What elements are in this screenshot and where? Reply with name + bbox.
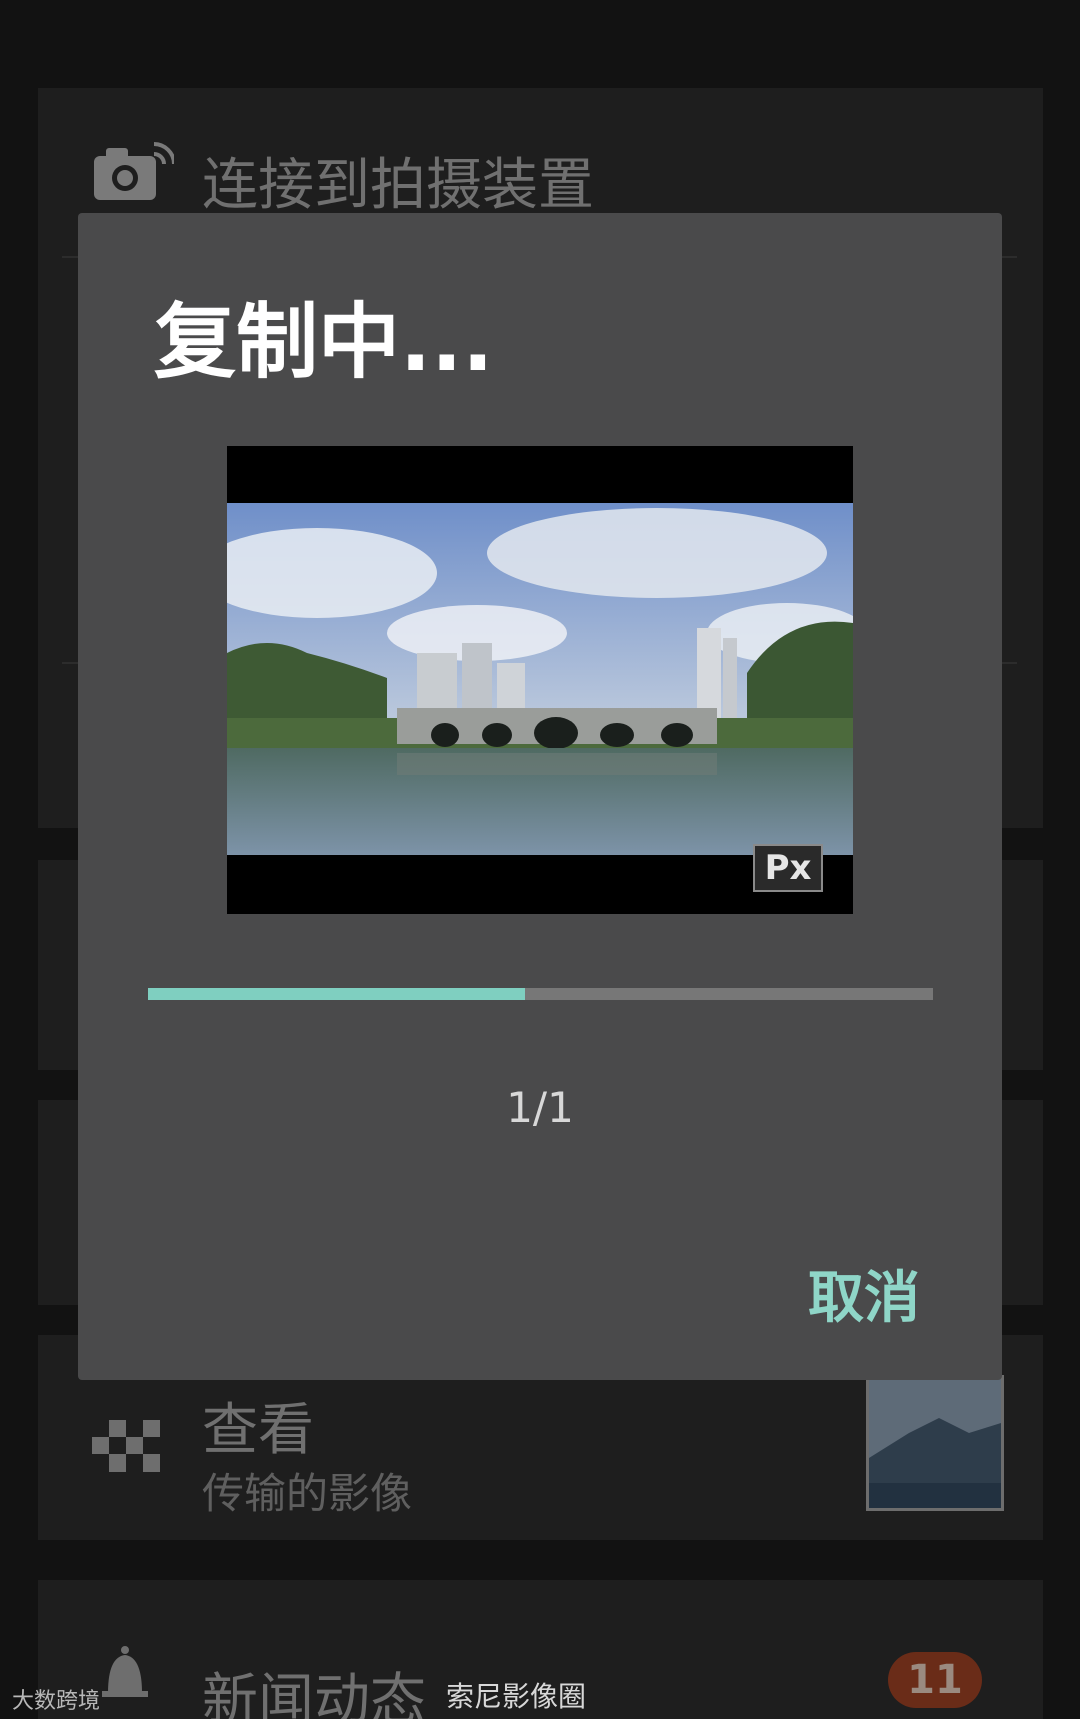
view-subtitle: 传输的影像 bbox=[202, 1469, 413, 1518]
image-preview: Px bbox=[227, 446, 853, 914]
bell-icon bbox=[102, 1646, 148, 1697]
progress-bar bbox=[148, 988, 933, 1000]
cancel-button[interactable]: 取消 bbox=[808, 1253, 920, 1334]
view-title: 查看 bbox=[202, 1398, 314, 1463]
news-count-badge: 11 bbox=[888, 1652, 982, 1708]
transferred-image-thumbnail[interactable] bbox=[866, 1375, 1004, 1511]
file-counter: 1/1 bbox=[506, 1083, 574, 1132]
camera-wireless-icon bbox=[94, 142, 174, 200]
watermark-left: 大数跨境 bbox=[12, 1689, 101, 1714]
dialog-title: 复制中... bbox=[154, 295, 494, 390]
news-label: 新闻动态 bbox=[202, 1668, 426, 1719]
px-watermark-badge: Px bbox=[753, 844, 823, 892]
checkerboard-icon bbox=[92, 1420, 160, 1472]
watermark-right: 索尼影像圈 bbox=[446, 1680, 587, 1713]
bridge-photo bbox=[227, 503, 853, 855]
progress-fill bbox=[148, 988, 525, 1000]
screen: 连接到拍摄装置 查看 传输的影像 新闻动态 11 复制中... Px 1/1 取… bbox=[0, 0, 1080, 1719]
copy-progress-dialog: 复制中... Px 1/1 取消 bbox=[78, 213, 1002, 1380]
connect-label: 连接到拍摄装置 bbox=[202, 153, 594, 218]
